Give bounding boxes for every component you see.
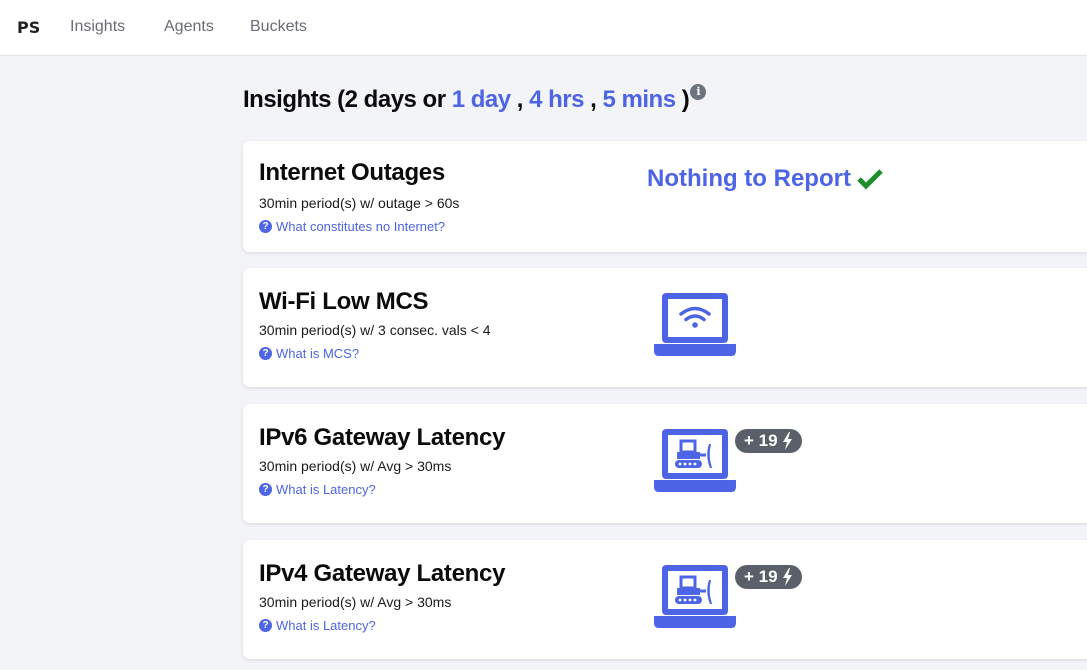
checkmark-icon <box>857 169 883 190</box>
count-badge: + 19 <box>735 565 802 589</box>
card-subtitle: 30min period(s) w/ 3 consec. vals < 4 <box>259 322 491 338</box>
card-title: IPv6 Gateway Latency <box>259 424 506 451</box>
brand-logo[interactable]: PS <box>17 18 40 37</box>
badge-count: + 19 <box>744 431 778 450</box>
card-subtitle: 30min period(s) w/ Avg > 30ms <box>259 594 452 610</box>
info-icon[interactable]: i <box>690 84 707 100</box>
count-badge: + 19 <box>735 429 802 453</box>
range-1-day[interactable]: 1 day <box>452 86 511 114</box>
range-5-mins[interactable]: 5 mins <box>603 86 677 114</box>
card-ipv6-gateway-latency: IPv6 Gateway Latency 30min period(s) w/ … <box>243 404 1087 523</box>
nav-buckets[interactable]: Buckets <box>250 18 307 36</box>
status-label: Nothing to Report <box>647 165 851 192</box>
page-title: Insights (2 days or 1 day , 4 hrs , 5 mi… <box>243 84 707 118</box>
wifi-laptop-icon[interactable] <box>654 291 736 357</box>
card-help-link[interactable]: ? What is Latency? <box>259 618 376 633</box>
card-subtitle: 30min period(s) w/ outage > 60s <box>259 195 460 211</box>
bulldozer-laptop-icon[interactable] <box>654 563 736 629</box>
range-separator: , <box>590 86 597 113</box>
card-subtitle: 30min period(s) w/ Avg > 30ms <box>259 458 452 474</box>
card-ipv4-gateway-latency: IPv4 Gateway Latency 30min period(s) w/ … <box>243 540 1087 659</box>
question-icon: ? <box>259 220 272 233</box>
nav-insights[interactable]: Insights <box>70 18 125 36</box>
question-icon: ? <box>259 347 272 360</box>
lightning-icon <box>782 432 792 450</box>
badge-count: + 19 <box>744 567 778 586</box>
lightning-icon <box>782 568 792 586</box>
card-wifi-low-mcs: Wi-Fi Low MCS 30min period(s) w/ 3 conse… <box>243 268 1087 387</box>
nav-agents[interactable]: Agents <box>164 18 214 36</box>
question-icon: ? <box>259 483 272 496</box>
range-separator: , <box>516 86 524 113</box>
card-help-link[interactable]: ? What is MCS? <box>259 346 359 361</box>
page-title-prefix: Insights (2 days or <box>243 86 446 113</box>
bulldozer-laptop-icon[interactable] <box>654 427 736 493</box>
card-title: Wi-Fi Low MCS <box>259 288 429 315</box>
card-help-link[interactable]: ? What is Latency? <box>259 482 376 497</box>
question-icon: ? <box>259 619 272 632</box>
card-title: Internet Outages <box>259 159 445 186</box>
top-nav: PS Insights Agents Buckets <box>0 0 1087 56</box>
card-help-label: What constitutes no Internet? <box>276 219 446 234</box>
card-help-label: What is MCS? <box>276 346 360 361</box>
card-help-label: What is Latency? <box>276 618 376 633</box>
card-title: IPv4 Gateway Latency <box>259 560 506 587</box>
card-help-label: What is Latency? <box>276 482 376 497</box>
range-4-hrs[interactable]: 4 hrs <box>529 86 584 114</box>
card-help-link[interactable]: ? What constitutes no Internet? <box>259 219 445 234</box>
title-close-paren: ) <box>681 86 690 113</box>
status-nothing-to-report: Nothing to Report <box>647 165 883 193</box>
card-internet-outages: Internet Outages 30min period(s) w/ outa… <box>243 141 1087 252</box>
